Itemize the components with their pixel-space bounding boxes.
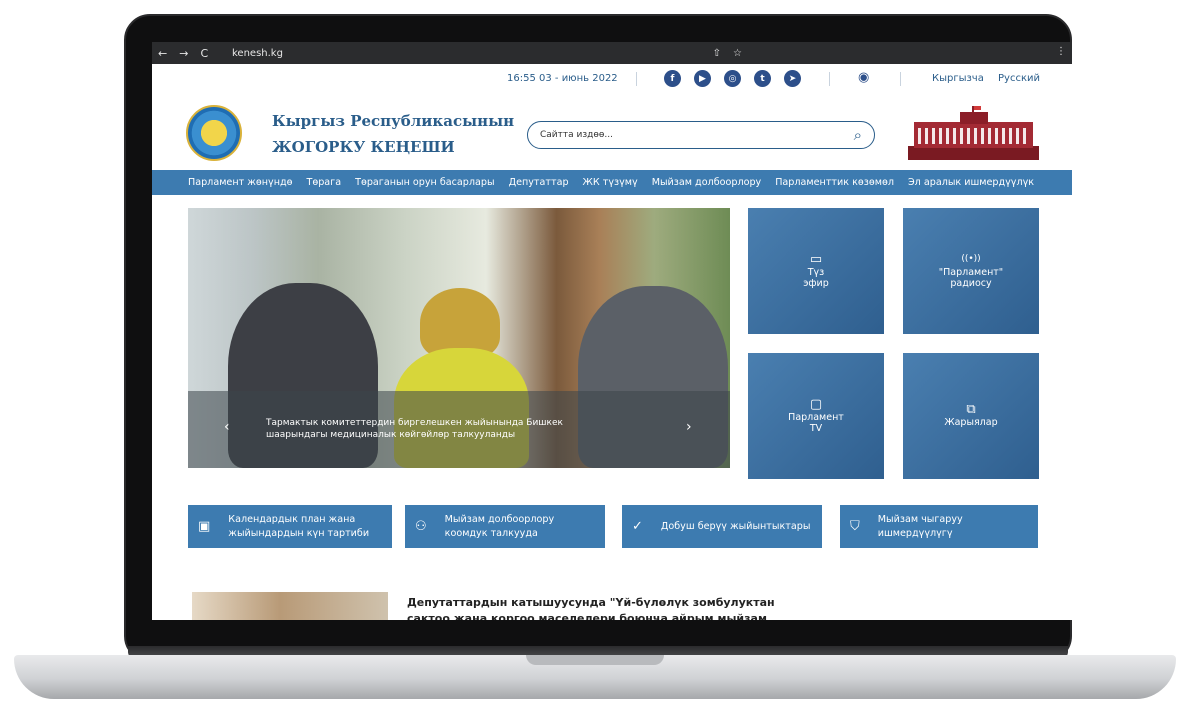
button-label: Календардык план жана	[228, 513, 356, 525]
slider-caption-text[interactable]: Тармактык комитеттердин биргелешкен жыйы…	[266, 417, 626, 441]
tile-publications[interactable]: ⧉ Жарыялар	[903, 353, 1039, 479]
site-title-line2: ЖОГОРКУ КЕҢЕШИ	[272, 138, 455, 156]
public-discussion-button[interactable]: ⚇ Мыйзам долбоорлору коомдук талкууда	[405, 505, 605, 548]
slider-caption[interactable]: ‹ Тармактык комитеттердин биргелешкен жы…	[188, 391, 730, 468]
social-links: f ▶ ◎ t ➤	[664, 70, 801, 87]
radio-icon: ((•))	[961, 253, 981, 264]
tile-label: "Парламент"	[938, 266, 1004, 278]
telegram-icon[interactable]: ➤	[784, 70, 801, 87]
share-icon[interactable]: ⇧	[713, 48, 721, 59]
tile-live-stream[interactable]: ▭ Түз эфир	[748, 208, 884, 334]
youtube-icon[interactable]: ▶	[694, 70, 711, 87]
browser-nav: ← → C	[152, 47, 232, 60]
forward-icon[interactable]: →	[179, 47, 188, 60]
menu-item-deputies[interactable]: Депутаттар	[509, 177, 569, 188]
search-icon[interactable]: ⌕	[854, 126, 862, 144]
news-title-link[interactable]: Депутаттардын катышуусунда "Үй-бүлөлүк з…	[407, 595, 797, 620]
divider	[829, 72, 830, 86]
main-navigation: Парламент жөнүндө Төрага Төраганын орун …	[152, 170, 1072, 195]
tile-label: Түз	[807, 266, 825, 278]
menu-item-speaker[interactable]: Төрага	[306, 177, 341, 188]
laptop-notch	[526, 655, 664, 665]
browser-menu-icon[interactable]: ⋮	[1056, 46, 1066, 57]
calendar-icon: ▣	[198, 518, 211, 534]
back-icon[interactable]: ←	[158, 47, 167, 60]
users-icon: ⚇	[415, 518, 427, 534]
calendar-plan-button[interactable]: ▣ Календардык план жана жыйындардын күн т…	[188, 505, 392, 548]
menu-item-oversight[interactable]: Парламенттик көзөмөл	[775, 177, 894, 188]
book-icon: ⧉	[966, 402, 976, 417]
button-label: ишмердүүлүгү	[877, 527, 953, 539]
tv-icon: ▢	[809, 396, 823, 412]
tile-parliament-tv[interactable]: ▢ Парламент TV	[748, 353, 884, 479]
reload-icon[interactable]: C	[200, 47, 208, 60]
search-placeholder: Сайтта издөө...	[540, 130, 613, 140]
state-emblem-logo[interactable]	[186, 105, 242, 161]
menu-item-international[interactable]: Эл аралык ишмердүүлүк	[908, 177, 1034, 188]
menu-item-deputy-speakers[interactable]: Төраганын орун басарлары	[355, 177, 494, 188]
news-thumbnail[interactable]	[192, 592, 388, 620]
button-label: Мыйзам чыгаруу	[877, 513, 963, 525]
browser-actions: ⇧ ☆	[713, 48, 742, 59]
facebook-icon[interactable]: f	[664, 70, 681, 87]
site-title[interactable]: Кыргыз Республикасынын ЖОГОРКУ КЕҢЕШИ	[272, 108, 514, 160]
eye-icon[interactable]: ◉	[858, 70, 869, 85]
button-label: коомдук талкууда	[444, 527, 538, 539]
laptop-screen: ← → C kenesh.kg ⇧ ☆ ⋮ 16:55 03 - июнь 20…	[152, 42, 1072, 620]
voting-results-button[interactable]: ✓ Добуш берүү жыйынтыктары	[622, 505, 822, 548]
search-input[interactable]: Сайтта издөө... ⌕	[527, 121, 875, 149]
slider-next-button[interactable]: ›	[686, 420, 692, 434]
bookmark-star-icon[interactable]: ☆	[733, 48, 742, 59]
browser-toolbar: ← → C kenesh.kg ⇧ ☆ ⋮	[152, 42, 1072, 64]
twitter-icon[interactable]: t	[754, 70, 771, 87]
tile-label: TV	[809, 422, 823, 434]
slider-prev-button[interactable]: ‹	[224, 420, 230, 434]
tile-label: эфир	[803, 277, 829, 289]
video-camera-icon: ▭	[809, 251, 823, 267]
lang-russian-link[interactable]: Русский	[998, 73, 1040, 84]
site-title-line1: Кыргыз Республикасынын	[272, 112, 515, 130]
button-label: жыйындардын күн тартиби	[228, 527, 370, 539]
lang-kyrgyz-link[interactable]: Кыргызча	[932, 73, 984, 84]
lawmaking-activity-button[interactable]: ⛉ Мыйзам чыгаруу ишмердүүлүгү	[840, 505, 1038, 548]
menu-item-structure[interactable]: ЖК түзүмү	[583, 177, 638, 188]
instagram-icon[interactable]: ◎	[724, 70, 741, 87]
tile-parliament-radio[interactable]: ((•)) "Парламент" радиосу	[903, 208, 1039, 334]
divider	[900, 72, 901, 86]
divider	[636, 72, 637, 86]
news-slider[interactable]: ‹ Тармактык комитеттердин биргелешкен жы…	[188, 208, 730, 468]
menu-item-bills[interactable]: Мыйзам долбоорлору	[652, 177, 762, 188]
top-info-bar: 16:55 03 - июнь 2022 f ▶ ◎ t ➤ ◉ Кыргызч…	[152, 64, 1072, 94]
parliament-building-icon	[908, 106, 1039, 160]
tile-label: Жарыялар	[944, 417, 998, 428]
menu-item-about-parliament[interactable]: Парламент жөнүндө	[188, 177, 292, 188]
check-circle-icon: ✓	[632, 518, 643, 534]
button-label: Мыйзам долбоорлору	[444, 513, 555, 525]
tile-label: Парламент	[788, 411, 844, 423]
button-label: Добуш берүү жыйынтыктары	[660, 520, 811, 532]
datetime: 16:55 03 - июнь 2022	[507, 73, 618, 84]
tile-label: радиосу	[950, 277, 992, 289]
shield-icon: ⛉	[850, 518, 860, 534]
address-bar[interactable]: kenesh.kg	[232, 48, 713, 59]
laptop-base	[14, 655, 1176, 699]
